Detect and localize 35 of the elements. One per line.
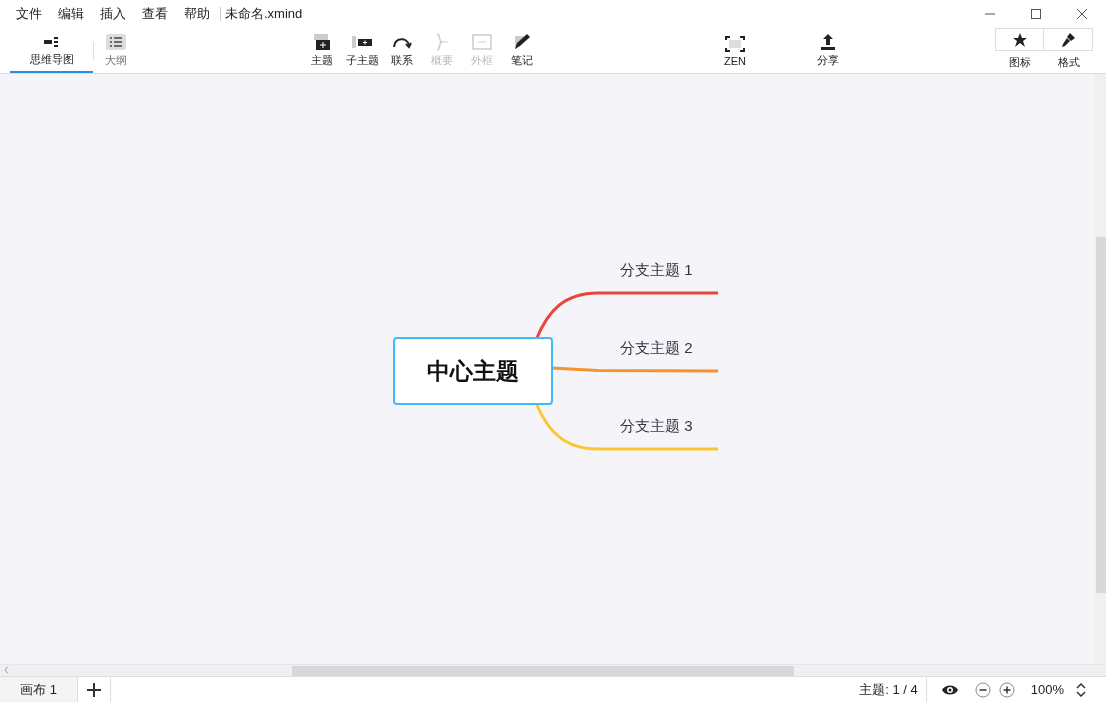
zoom-in-icon[interactable] — [998, 681, 1015, 698]
branch-topic[interactable]: 分支主题 2 — [620, 339, 693, 358]
topic-icon — [311, 33, 333, 51]
window-title: 未命名.xmind — [225, 5, 303, 23]
toolbar-button[interactable]: 联系 — [382, 28, 422, 73]
topic-count: 主题: 1 / 4 — [859, 680, 918, 699]
toolbar-button[interactable]: 子主题 — [342, 28, 382, 73]
branch-topic[interactable]: 分支主题 3 — [620, 417, 693, 436]
toolbar-button[interactable]: 主题 — [302, 28, 342, 73]
stepper-icon[interactable] — [1076, 682, 1086, 697]
menu-item[interactable]: 插入 — [100, 5, 126, 23]
list-icon — [104, 33, 127, 50]
central-topic[interactable]: 中心主题 — [393, 337, 553, 405]
sheet-tab[interactable]: 画布 1 — [0, 677, 78, 702]
brush-icon — [1060, 31, 1076, 48]
share-button[interactable]: 分享 — [808, 28, 848, 73]
star-icon — [1011, 31, 1028, 48]
zen-button[interactable]: ZEN — [715, 28, 755, 73]
menu-item[interactable]: 查看 — [142, 5, 168, 23]
zoom-out-icon[interactable] — [974, 681, 991, 698]
subtopic-icon — [351, 33, 373, 51]
menu-item[interactable]: 帮助 — [184, 5, 210, 23]
frame-icon — [471, 33, 493, 51]
eye-icon[interactable] — [940, 683, 959, 696]
branch-topic[interactable]: 分支主题 1 — [620, 261, 693, 280]
scrollbar-thumb[interactable] — [292, 666, 794, 676]
brace-icon — [435, 33, 449, 51]
zoom-level[interactable]: 100% — [1030, 682, 1064, 697]
close-icon[interactable] — [1076, 8, 1088, 20]
toolbar-button[interactable]: 笔记 — [502, 28, 542, 73]
menu-item[interactable]: 文件 — [16, 5, 42, 23]
maximize-icon[interactable] — [1030, 8, 1042, 20]
scrollbar-thumb[interactable] — [1096, 237, 1106, 593]
fullscreen-icon — [724, 34, 746, 53]
menu-item[interactable]: 编辑 — [58, 5, 84, 23]
